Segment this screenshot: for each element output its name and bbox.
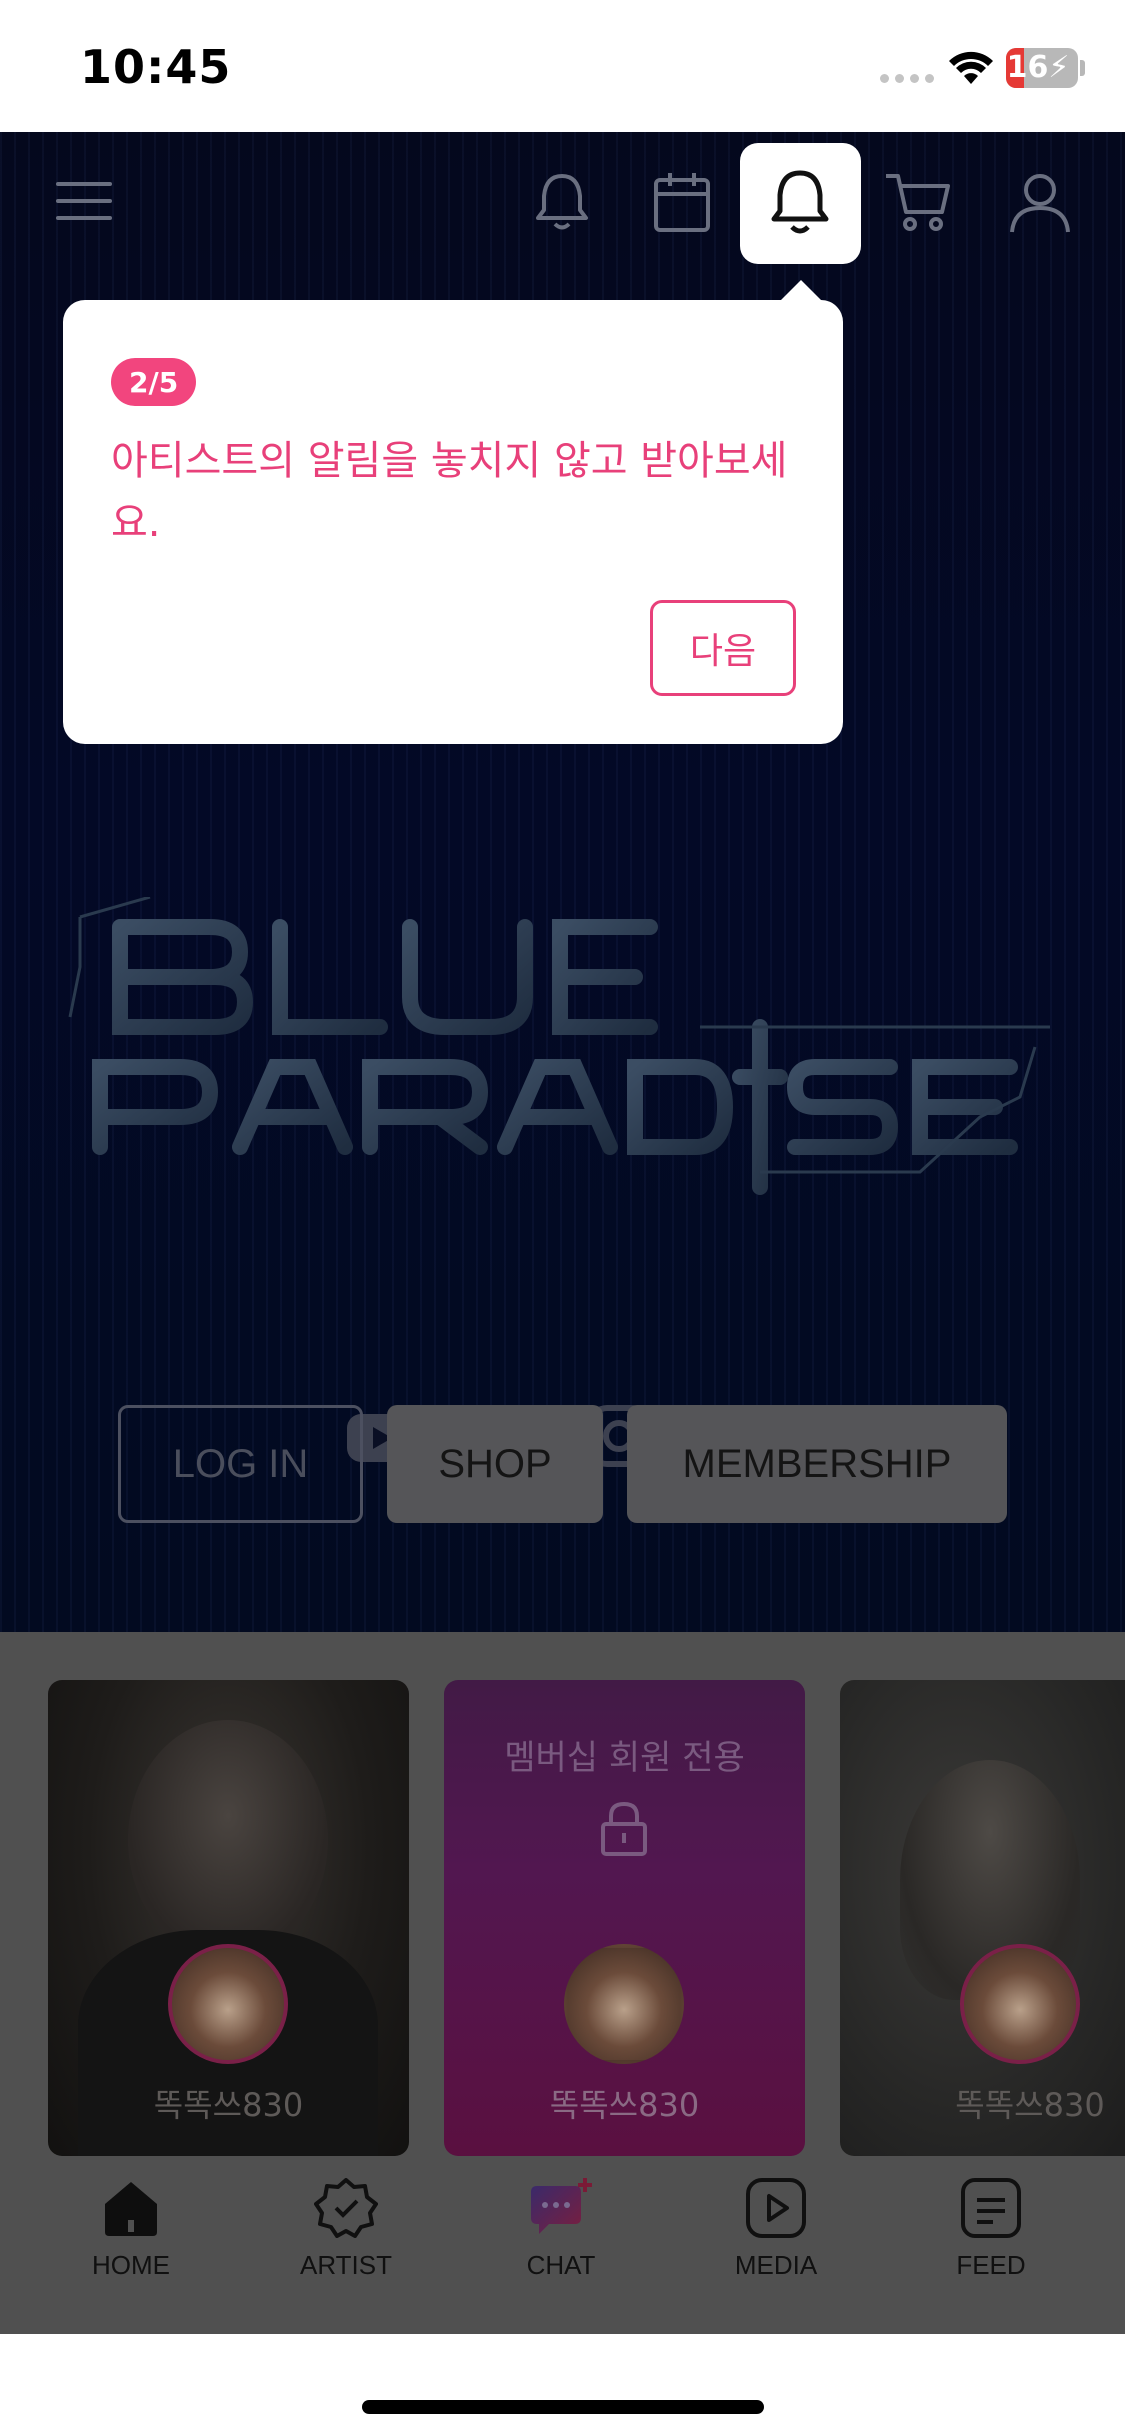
avatar bbox=[960, 1944, 1080, 2064]
bottom-tab-bar: HOME ARTIST CHAT MEDIA FEED bbox=[0, 2156, 1125, 2334]
step-badge: 2/5 bbox=[111, 358, 197, 406]
calendar-icon[interactable] bbox=[648, 168, 716, 236]
bell-icon[interactable] bbox=[528, 168, 596, 236]
shop-button[interactable]: SHOP bbox=[387, 1405, 603, 1523]
home-indicator[interactable] bbox=[362, 2400, 764, 2414]
card-username: 똑똑쓰830 bbox=[955, 2086, 1105, 2124]
card-username: 똑똑쓰830 bbox=[153, 2086, 304, 2124]
members-only-label: 멤버십 회원 전용 bbox=[504, 1738, 745, 1778]
wifi-icon bbox=[949, 51, 993, 84]
artist-badge-icon bbox=[314, 2178, 378, 2238]
tab-chat[interactable]: CHAT bbox=[481, 2178, 641, 2308]
profile-icon[interactable] bbox=[1006, 168, 1074, 236]
menu-icon[interactable] bbox=[56, 178, 112, 224]
content-card[interactable]: 똑똑쓰830 bbox=[840, 1680, 1125, 2156]
content-card-locked[interactable]: 멤버십 회원 전용 똑똑쓰830 bbox=[444, 1680, 805, 2156]
bell-icon bbox=[771, 170, 829, 234]
card-username: 똑똑쓰830 bbox=[549, 2086, 700, 2124]
home-indicator-area bbox=[0, 2334, 1125, 2436]
charging-icon: ⚡ bbox=[1048, 50, 1070, 85]
play-icon bbox=[746, 2178, 806, 2238]
feed-icon bbox=[961, 2178, 1021, 2238]
tab-artist[interactable]: ARTIST bbox=[266, 2178, 426, 2308]
tab-feed[interactable]: FEED bbox=[911, 2178, 1071, 2308]
lock-icon bbox=[601, 1801, 647, 1856]
status-bar: 10:45 16⚡ bbox=[0, 0, 1125, 132]
content-cards: 똑똑쓰830 멤버십 회원 전용 똑똑쓰830 똑똑쓰830 bbox=[0, 1632, 1125, 2156]
tab-label: MEDIA bbox=[734, 2250, 818, 2280]
tab-label: ARTIST bbox=[300, 2250, 392, 2280]
tab-label: HOME bbox=[92, 2250, 170, 2280]
tab-label: CHAT bbox=[526, 2250, 596, 2280]
tab-label: FEED bbox=[956, 2250, 1026, 2280]
battery-cap bbox=[1080, 60, 1085, 76]
battery-level: 16 bbox=[1006, 50, 1049, 85]
chat-icon bbox=[531, 2178, 592, 2234]
card-photo bbox=[128, 1720, 328, 1960]
next-button[interactable]: 다음 bbox=[650, 600, 796, 696]
cellular-signal-icon bbox=[880, 74, 934, 83]
notification-bell-highlighted[interactable] bbox=[740, 143, 861, 264]
battery-icon: 16⚡ bbox=[1006, 48, 1078, 88]
home-icon bbox=[105, 2182, 157, 2236]
membership-button[interactable]: MEMBERSHIP bbox=[627, 1405, 1007, 1523]
content-card[interactable]: 똑똑쓰830 bbox=[48, 1680, 409, 2156]
login-button[interactable]: LOG IN bbox=[118, 1405, 363, 1523]
avatar bbox=[168, 1944, 288, 2064]
tab-media[interactable]: MEDIA bbox=[696, 2178, 856, 2308]
onboarding-tooltip: 2/5 아티스트의 알림을 놓치지 않고 받아보세요. 다음 bbox=[63, 300, 843, 744]
status-time: 10:45 bbox=[80, 40, 232, 94]
tab-home[interactable]: HOME bbox=[51, 2178, 211, 2308]
blue-paradise-logo bbox=[68, 897, 1050, 1195]
avatar bbox=[564, 1944, 684, 2064]
cart-icon[interactable] bbox=[884, 168, 952, 236]
tooltip-message: 아티스트의 알림을 놓치지 않고 받아보세요. bbox=[111, 438, 788, 546]
